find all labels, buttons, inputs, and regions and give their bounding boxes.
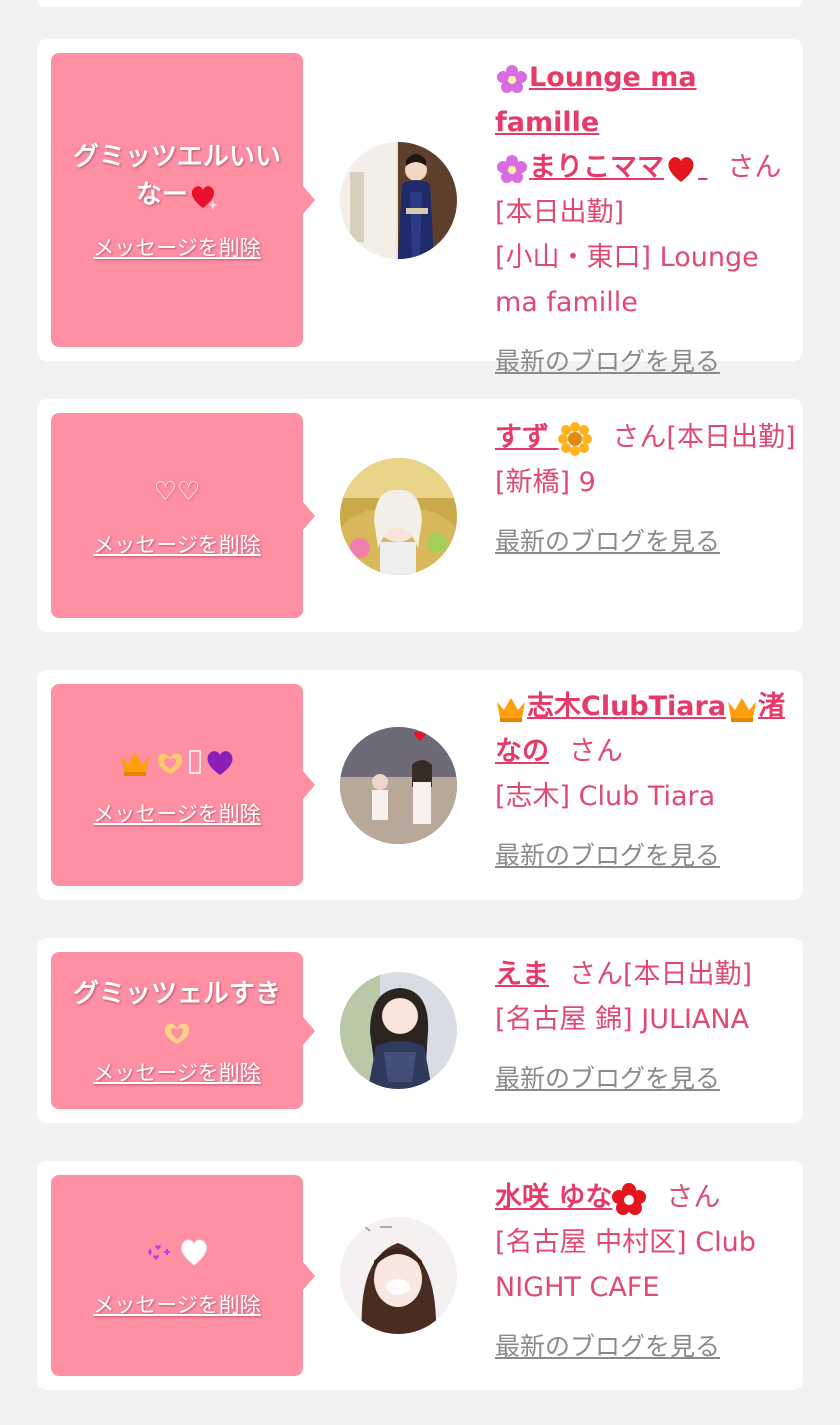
status-badge: [本日出勤] <box>623 959 753 990</box>
crown-icon <box>497 697 525 722</box>
location-shop: [新橋] 9 <box>495 467 596 498</box>
latest-blog-link[interactable]: 最新のブログを見る <box>495 833 720 878</box>
avatar[interactable] <box>340 727 457 844</box>
profile-info: Lounge ma famille まりこママ さん [本日出勤] [小山・東口]… <box>495 55 797 384</box>
avatar[interactable] <box>340 1217 457 1334</box>
flower-icon <box>497 64 527 93</box>
message-text: ♡♡ <box>153 476 201 507</box>
profile-name: すず <box>495 422 549 453</box>
message-bubble: メッセージを削除 <box>51 1175 315 1376</box>
profile-info: えま さん[本日出勤] [名古屋 錦] JULIANA 最新のブログを見る <box>495 952 797 1101</box>
status-badge: [本日出勤] <box>495 197 625 228</box>
message-text <box>130 1233 225 1271</box>
message-text <box>105 742 250 780</box>
profile-name-link[interactable]: えま <box>495 959 549 990</box>
favorite-card: グミッツエルいいなー メッセージを削除 Lounge ma famille まり… <box>37 39 803 376</box>
profile-name: まりこママ <box>529 152 664 183</box>
red-flower-icon <box>612 1182 647 1215</box>
message-body: グミッツエルいいなー <box>72 142 281 210</box>
favorite-card: メッセージを削除 水咲 ゆな さん [名古屋 中村区] Club NIGHT C… <box>37 1161 803 1390</box>
message-text: グミッツエルいいなー <box>53 138 301 214</box>
delete-message-link[interactable]: メッセージを削除 <box>93 1057 261 1087</box>
white-heart-icon <box>180 1239 207 1266</box>
message-text: グミッツェルすき <box>59 975 295 1051</box>
favorite-card: ♡♡ メッセージを削除 すず さん[本日出勤] [新橋] 9 最新のブログを見る <box>37 399 803 632</box>
delete-message-link[interactable]: メッセージを削除 <box>93 529 261 559</box>
sparkle-heart-icon <box>147 1245 170 1260</box>
heart-icon <box>668 156 694 182</box>
message-bubble: グミッツエルいいなー メッセージを削除 <box>51 53 315 347</box>
sparkle-heart-icon <box>191 185 218 210</box>
profile-name-link[interactable]: 水咲 ゆな <box>495 1182 647 1215</box>
purple-heart-icon <box>206 750 233 775</box>
profile-name: 志木ClubTiara <box>527 691 727 722</box>
location-shop: [名古屋 中村区] Club NIGHT CAFE <box>495 1227 756 1303</box>
favorite-card: メッセージを削除 志木ClubTiara 渚なの さん [志木] Club Ti… <box>37 670 803 900</box>
profile-name-link[interactable]: Lounge ma famille まりこママ <box>495 62 707 183</box>
latest-blog-link[interactable]: 最新のブログを見る <box>495 1056 720 1101</box>
profile-info: 水咲 ゆな さん [名古屋 中村区] Club NIGHT CAFE 最新のブロ… <box>495 1175 797 1369</box>
crown-icon <box>728 697 757 722</box>
avatar[interactable] <box>340 458 457 575</box>
avatar[interactable] <box>340 972 457 1089</box>
location-shop: [志木] Club Tiara <box>495 781 716 812</box>
profile-info: 志木ClubTiara 渚なの さん [志木] Club Tiara 最新のブログ… <box>495 684 797 878</box>
delete-message-link[interactable]: メッセージを削除 <box>93 232 261 262</box>
delete-message-link[interactable]: メッセージを削除 <box>93 798 261 828</box>
profile-name-link[interactable]: すず <box>495 421 593 456</box>
favorite-card: グミッツェルすき メッセージを削除 えま さん[本日出勤] [名古屋 錦] JUL… <box>37 938 803 1123</box>
sun-flower-icon <box>558 421 593 456</box>
profile-name: 水咲 ゆな <box>495 1182 613 1213</box>
status-badge: [本日出勤] <box>666 422 796 453</box>
latest-blog-link[interactable]: 最新のブログを見る <box>495 519 720 564</box>
message-bubble: ♡♡ メッセージを削除 <box>51 413 315 618</box>
latest-blog-link[interactable]: 最新のブログを見る <box>495 339 720 384</box>
message-bubble: メッセージを削除 <box>51 684 315 886</box>
flower-icon <box>497 154 527 183</box>
honorific: さん <box>569 736 623 767</box>
profile-info: すず さん[本日出勤] [新橋] 9 最新のブログを見る <box>495 415 797 564</box>
honorific: さん <box>612 422 667 453</box>
previous-card-edge <box>37 0 803 7</box>
crown-icon <box>120 751 149 776</box>
message-bubble: グミッツェルすき メッセージを削除 <box>51 952 315 1109</box>
honorific: さん <box>727 152 782 183</box>
location-shop: [名古屋 錦] JULIANA <box>495 1004 750 1035</box>
message-body: グミッツェルすき <box>72 978 281 1009</box>
heart-hands-icon <box>164 1023 189 1044</box>
latest-blog-link[interactable]: 最新のブログを見る <box>495 1324 720 1369</box>
avatar[interactable] <box>340 142 457 259</box>
honorific: さん <box>666 1182 721 1213</box>
missing-glyph-icon <box>188 749 201 774</box>
profile-name-link[interactable]: 志木ClubTiara 渚なの <box>495 691 785 767</box>
delete-message-link[interactable]: メッセージを削除 <box>93 1289 261 1319</box>
heart-hands-icon <box>157 753 182 774</box>
honorific: さん <box>569 959 623 990</box>
location-shop: [小山・東口] Lounge ma famille <box>495 242 759 318</box>
